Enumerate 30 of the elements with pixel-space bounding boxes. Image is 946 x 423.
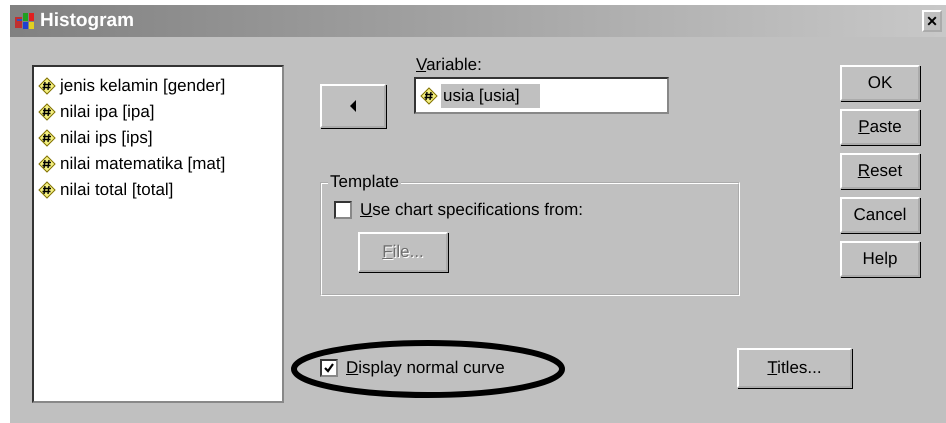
app-icon — [14, 11, 36, 31]
variable-list[interactable]: jenis kelamin [gender] nilai ipa [ipa] nilai ips [ips] nilai matematika [mat] nilai total [total] — [32, 65, 284, 403]
numeric-variable-icon — [38, 181, 56, 199]
variable-item[interactable]: nilai matematika [mat] — [38, 151, 278, 177]
dialog-button[interactable]: Cancel — [840, 197, 920, 233]
variable-item[interactable]: nilai ips [ips] — [38, 125, 278, 151]
check-icon — [323, 362, 335, 374]
dialog-button[interactable]: Paste — [840, 109, 920, 145]
checkbox-label: Display normal curve — [346, 358, 505, 378]
dialog-button[interactable]: Help — [840, 241, 920, 277]
numeric-variable-icon — [420, 86, 438, 104]
group-title: Template — [328, 172, 401, 192]
dialog-button[interactable]: OK — [840, 65, 920, 101]
checkbox[interactable] — [320, 359, 338, 377]
titles-button[interactable]: Titles... — [737, 348, 852, 388]
window-title: Histogram — [40, 10, 135, 32]
variable-item[interactable]: nilai ipa [ipa] — [38, 99, 278, 125]
checkbox-label: Use chart specifications from: — [360, 200, 583, 220]
variable-item[interactable]: nilai total [total] — [38, 177, 278, 203]
variable-field[interactable]: usia [usia] — [414, 77, 669, 114]
numeric-variable-icon — [38, 103, 56, 121]
numeric-variable-icon — [38, 129, 56, 147]
dialog-button[interactable]: Reset — [840, 153, 920, 189]
numeric-variable-icon — [38, 77, 56, 95]
numeric-variable-icon — [38, 155, 56, 173]
variable-label: Variable: — [416, 55, 483, 75]
variable-item[interactable]: jenis kelamin [gender] — [38, 73, 278, 99]
checkbox[interactable] — [334, 201, 352, 219]
close-button[interactable]: × — [922, 10, 942, 32]
left-arrow-icon — [349, 100, 357, 112]
